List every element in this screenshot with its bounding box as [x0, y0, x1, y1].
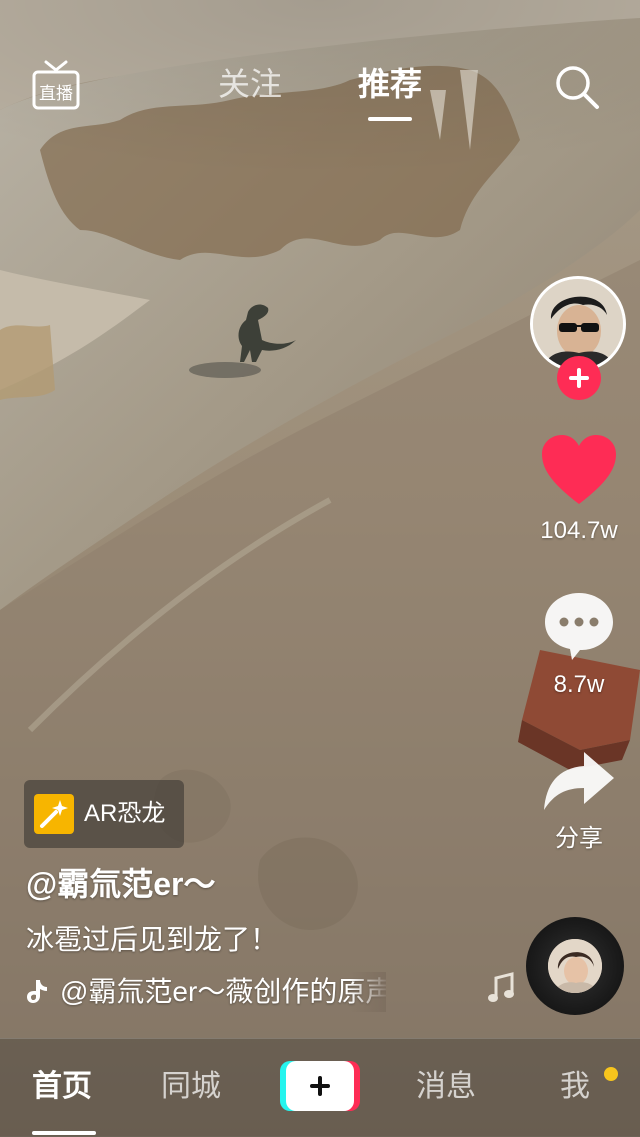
tab-recommend[interactable]: 推荐: [358, 64, 422, 104]
tiktok-note-icon: [27, 980, 47, 1003]
notification-dot: [604, 1067, 618, 1081]
music-title: @霸氚范er～薇创作的原声 @恋高: [60, 976, 386, 1007]
effect-label: AR恐龙: [84, 800, 166, 827]
search-icon[interactable]: [554, 64, 600, 110]
heart-icon[interactable]: [540, 434, 618, 506]
nav-me[interactable]: 我: [560, 1067, 590, 1107]
tab-follow[interactable]: 关注: [218, 64, 282, 104]
bottom-nav: 首页 同城 消息 我: [0, 1038, 640, 1137]
video-caption: 冰雹过后见到龙了！: [26, 924, 279, 955]
like-count: 104.7w: [540, 517, 618, 544]
live-icon[interactable]: 直播: [32, 60, 80, 112]
plus-icon: [286, 1061, 354, 1111]
nav-inbox[interactable]: 消息: [416, 1067, 476, 1107]
create-button[interactable]: [280, 1061, 360, 1111]
nav-active-indicator: [32, 1131, 96, 1135]
comment-icon[interactable]: [542, 590, 616, 662]
live-label: 直播: [39, 84, 73, 104]
author-username[interactable]: @霸氚范er～: [26, 864, 215, 904]
tab-active-indicator: [368, 117, 412, 121]
music-marquee[interactable]: @霸氚范er～薇创作的原声 @恋高: [26, 972, 386, 1012]
nav-nearby[interactable]: 同城: [161, 1067, 221, 1107]
music-note-icon: [488, 972, 514, 1002]
effect-badge[interactable]: AR恐龙: [24, 780, 184, 848]
top-bar: 直播 关注 推荐: [0, 0, 640, 130]
music-disc[interactable]: [526, 917, 624, 1015]
nav-home[interactable]: 首页: [32, 1067, 92, 1107]
comment-count: 8.7w: [553, 671, 605, 698]
share-icon[interactable]: [542, 750, 616, 816]
music-cover-image: [548, 939, 602, 993]
follow-plus-button[interactable]: [557, 356, 601, 400]
marquee-fade: [350, 972, 386, 1012]
effect-icon: [34, 794, 74, 834]
share-label: 分享: [555, 825, 603, 852]
